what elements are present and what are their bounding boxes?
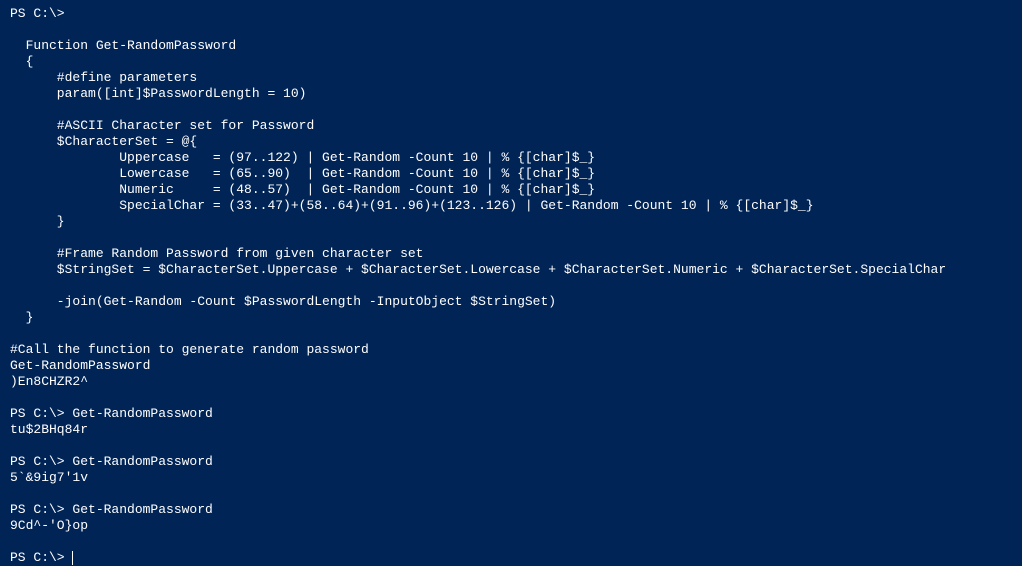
terminal-line: PS C:\> Get-RandomPassword bbox=[10, 454, 213, 469]
terminal-line: tu$2BHq84r bbox=[10, 422, 88, 437]
terminal-line: Uppercase = (97..122) | Get-Random -Coun… bbox=[10, 150, 595, 165]
terminal-line: PS C:\> Get-RandomPassword bbox=[10, 502, 213, 517]
terminal-line: )En8CHZR2^ bbox=[10, 374, 88, 389]
cursor-icon bbox=[72, 551, 80, 565]
terminal-line: Numeric = (48..57) | Get-Random -Count 1… bbox=[10, 182, 595, 197]
terminal-line: $StringSet = $CharacterSet.Uppercase + $… bbox=[10, 262, 946, 277]
terminal-output[interactable]: PS C:\> Function Get-RandomPassword { #d… bbox=[10, 6, 1012, 566]
terminal-line: 9Cd^-'O}op bbox=[10, 518, 88, 533]
terminal-line: } bbox=[10, 310, 33, 325]
terminal-line: Function Get-RandomPassword bbox=[10, 38, 236, 53]
terminal-line: PS C:\> bbox=[10, 6, 65, 21]
terminal-line: #Call the function to generate random pa… bbox=[10, 342, 369, 357]
terminal-line: $CharacterSet = @{ bbox=[10, 134, 197, 149]
terminal-prompt-line: PS C:\> bbox=[10, 550, 72, 565]
terminal-line: { bbox=[10, 54, 33, 69]
terminal-line: } bbox=[10, 214, 65, 229]
terminal-line: -join(Get-Random -Count $PasswordLength … bbox=[10, 294, 556, 309]
terminal-line: #Frame Random Password from given charac… bbox=[10, 246, 423, 261]
terminal-line: #define parameters bbox=[10, 70, 197, 85]
terminal-line: #ASCII Character set for Password bbox=[10, 118, 314, 133]
terminal-line: 5`&9ig7'1v bbox=[10, 470, 88, 485]
terminal-line: Lowercase = (65..90) | Get-Random -Count… bbox=[10, 166, 595, 181]
terminal-line: PS C:\> Get-RandomPassword bbox=[10, 406, 213, 421]
terminal-line: Get-RandomPassword bbox=[10, 358, 150, 373]
terminal-line: param([int]$PasswordLength = 10) bbox=[10, 86, 306, 101]
terminal-line: SpecialChar = (33..47)+(58..64)+(91..96)… bbox=[10, 198, 814, 213]
